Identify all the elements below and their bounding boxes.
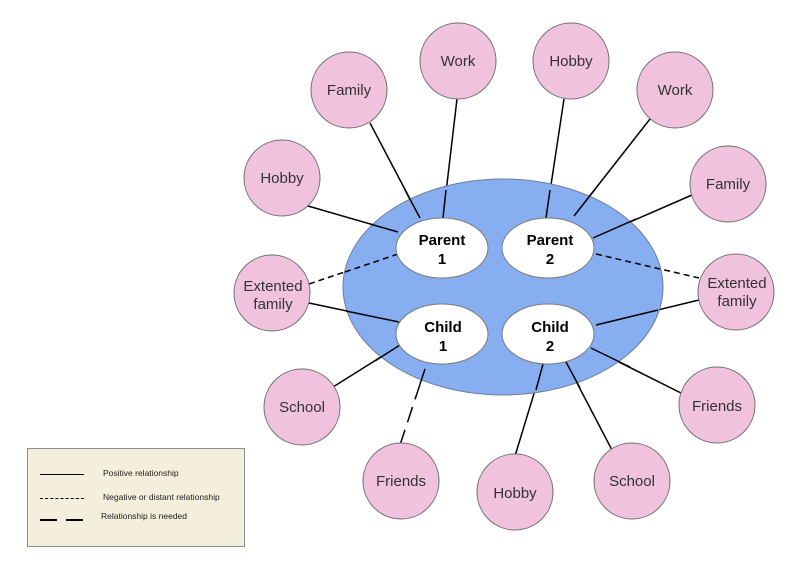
member-parent2-label-line1: Parent	[527, 232, 574, 249]
legend-dashed-line-icon	[40, 498, 84, 499]
node-p1-work[interactable]: Work	[419, 22, 497, 100]
member-child2[interactable]: Child 2	[501, 303, 595, 365]
member-child1[interactable]: Child 1	[395, 303, 489, 365]
legend-item-needed: Relationship is needed	[28, 511, 244, 528]
legend-item-positive: Positive relationship	[28, 468, 244, 482]
node-c1-friends[interactable]: Friends	[362, 442, 440, 520]
node-c1-friends-label: Friends	[376, 473, 426, 490]
node-p1-hobby-label: Hobby	[260, 170, 304, 187]
node-c2-friends[interactable]: Friends	[678, 366, 756, 444]
legend-label-negative: Negative or distant relationship	[103, 492, 220, 502]
node-p2-hobby[interactable]: Hobby	[532, 22, 610, 100]
node-p2-work-label: Work	[658, 82, 693, 99]
node-c2-hobby[interactable]: Hobby	[476, 453, 554, 531]
node-c2-school-label: School	[609, 473, 655, 490]
family-system-ellipse	[342, 178, 664, 396]
node-c2-friends-label: Friends	[692, 398, 742, 415]
node-p1-family[interactable]: Family	[310, 51, 388, 129]
member-parent2-label-line2: 2	[546, 251, 554, 268]
legend-label-positive: Positive relationship	[103, 468, 179, 478]
member-parent2[interactable]: Parent 2	[501, 217, 595, 279]
member-parent1-label-line1: Parent	[419, 232, 466, 249]
legend-label-needed: Relationship is needed	[101, 511, 188, 521]
legend-long-dash-line-icon	[40, 519, 84, 521]
node-ext-family-left[interactable]: Extented family	[233, 254, 311, 332]
node-c1-school-label: School	[279, 399, 325, 416]
node-ext-family-right[interactable]: Extented family	[697, 253, 775, 331]
member-parent1[interactable]: Parent 1	[395, 217, 489, 279]
node-c2-school[interactable]: School	[593, 442, 671, 520]
member-child1-label-line2: 1	[439, 338, 447, 355]
node-p2-work[interactable]: Work	[636, 51, 714, 129]
member-parent1-label-line2: 1	[438, 251, 446, 268]
node-p1-work-label: Work	[441, 53, 476, 70]
node-p2-family-label: Family	[706, 176, 751, 193]
node-p1-family-label: Family	[327, 82, 372, 99]
node-c2-hobby-label: Hobby	[493, 485, 537, 502]
node-p2-hobby-label: Hobby	[549, 53, 593, 70]
node-c1-school[interactable]: School	[263, 368, 341, 446]
node-p2-family[interactable]: Family	[689, 145, 767, 223]
legend-item-negative: Negative or distant relationship	[28, 492, 244, 506]
node-ext-family-right-shape	[697, 253, 775, 331]
node-p1-hobby[interactable]: Hobby	[243, 139, 321, 217]
node-ext-family-left-label-line2: family	[253, 296, 293, 313]
node-ext-family-right-label-line1: Extented	[707, 275, 766, 292]
legend-solid-line-icon	[40, 474, 84, 475]
node-ext-family-right-label-line2: family	[717, 293, 757, 310]
member-child1-label-line1: Child	[424, 319, 462, 336]
member-child2-label-line1: Child	[531, 319, 569, 336]
member-child2-label-line2: 2	[546, 338, 554, 355]
legend: Positive relationship Negative or distan…	[27, 448, 245, 547]
node-ext-family-left-label-line1: Extented	[243, 278, 302, 295]
